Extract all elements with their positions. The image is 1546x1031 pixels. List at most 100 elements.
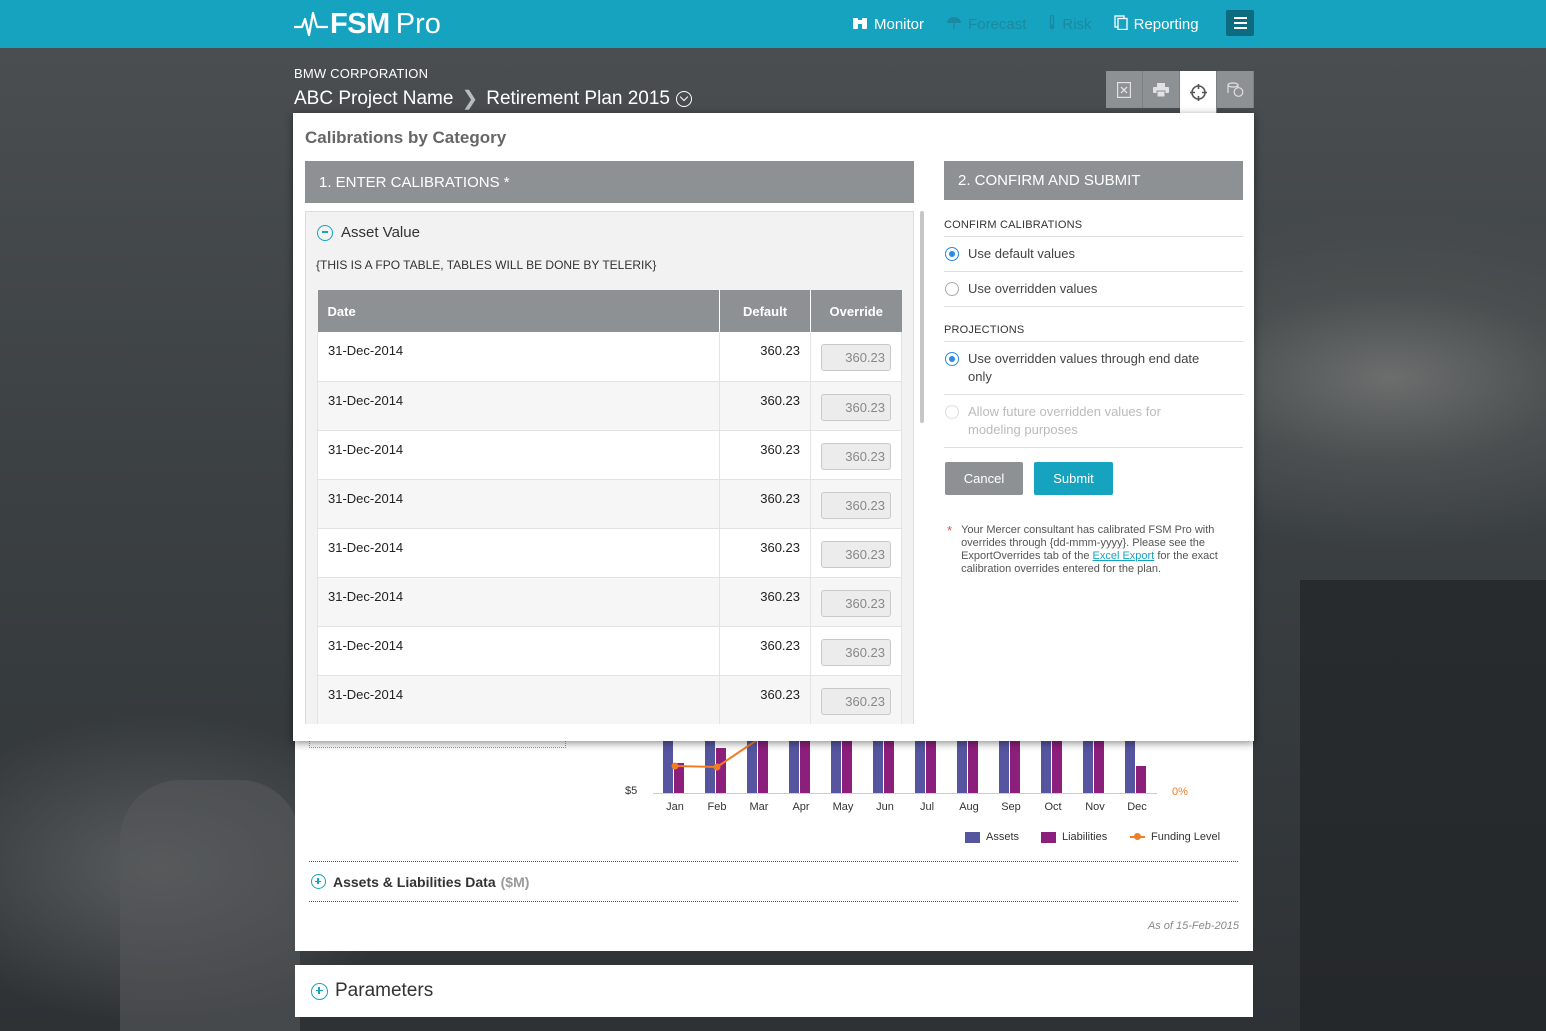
calibrations-modal: Calibrations by Category 1. ENTER CALIBR… bbox=[293, 113, 1254, 741]
breadcrumb: ABC Project Name ❯ Retirement Plan 2015 bbox=[294, 86, 692, 111]
nav-reporting[interactable]: Reporting bbox=[1113, 15, 1199, 33]
excel-export-button[interactable] bbox=[1106, 71, 1143, 108]
nav-forecast-label: Forecast bbox=[968, 15, 1027, 33]
assets-liabilities-data-toggle[interactable]: Assets & Liabilities Data ($M) bbox=[309, 861, 1238, 902]
override-input[interactable] bbox=[821, 589, 891, 617]
thermometer-icon bbox=[1048, 14, 1056, 33]
x-tick-label-may: May bbox=[832, 801, 854, 813]
heartbeat-icon bbox=[294, 11, 328, 37]
table-row: 31-Dec-2014 360.23 bbox=[317, 675, 902, 724]
override-input[interactable] bbox=[821, 491, 891, 519]
documents-icon bbox=[1113, 15, 1128, 33]
hamburger-menu-button[interactable] bbox=[1226, 10, 1254, 36]
app-logo[interactable]: FSM Pro bbox=[294, 6, 441, 42]
hamburger-icon-line bbox=[1233, 17, 1247, 19]
cell-date: 31-Dec-2014 bbox=[317, 430, 720, 480]
cell-date: 31-Dec-2014 bbox=[317, 528, 720, 578]
asset-value-accordion[interactable]: Asset Value bbox=[317, 224, 420, 241]
cell-override bbox=[810, 332, 902, 382]
cell-default: 360.23 bbox=[719, 577, 811, 627]
radio-unselected[interactable] bbox=[945, 282, 959, 296]
main-nav: Monitor Forecast Risk Reporting bbox=[852, 0, 1221, 48]
x-tick-label-aug: Aug bbox=[959, 801, 979, 813]
table-row: 31-Dec-2014 360.23 bbox=[317, 479, 902, 529]
use-overridden-values-option[interactable]: Use overridden values bbox=[944, 272, 1243, 307]
table-row: 31-Dec-2014 360.23 bbox=[317, 381, 902, 431]
print-button[interactable] bbox=[1143, 71, 1180, 108]
override-input[interactable] bbox=[821, 687, 891, 715]
parameters-panel-toggle[interactable]: Parameters bbox=[295, 965, 1253, 1017]
legend-item-assets: Assets bbox=[965, 831, 1019, 843]
legend-swatch-assets bbox=[965, 831, 980, 843]
plus-circle-icon bbox=[311, 982, 328, 1000]
confirm-submit-header: 2. CONFIRM AND SUBMIT bbox=[944, 161, 1243, 200]
cell-override bbox=[810, 675, 902, 724]
legend-item-funding-level: Funding Level bbox=[1130, 831, 1220, 843]
nav-monitor[interactable]: Monitor bbox=[852, 16, 924, 33]
nav-forecast[interactable]: Forecast bbox=[946, 16, 1026, 33]
excel-export-link[interactable]: Excel Export bbox=[1093, 550, 1155, 562]
radio-selected[interactable] bbox=[945, 247, 959, 261]
note-text: Your Mercer consultant has calibrated FS… bbox=[961, 524, 1235, 576]
plus-circle-icon bbox=[311, 874, 326, 889]
top-navigation-bar: FSM Pro Monitor Forecast Risk Reporting bbox=[0, 0, 1546, 48]
calibrations-list: Asset Value {THIS IS A FPO TABLE, TABLES… bbox=[305, 211, 914, 724]
app-brand-suffix: Pro bbox=[395, 7, 441, 40]
breadcrumb-plan[interactable]: Retirement Plan 2015 bbox=[486, 88, 670, 110]
calibrations-table: Date Default Override 31-Dec-2014 360.23… bbox=[317, 290, 902, 724]
calibrate-button[interactable] bbox=[1180, 71, 1217, 114]
cancel-button[interactable]: Cancel bbox=[945, 462, 1023, 495]
x-tick-label-dec: Dec bbox=[1127, 801, 1147, 813]
cell-override bbox=[810, 528, 902, 578]
excel-icon bbox=[1117, 81, 1131, 98]
background-photo-object bbox=[120, 780, 300, 1031]
cell-date: 31-Dec-2014 bbox=[317, 332, 720, 382]
option-label: Allow future overridden values for model… bbox=[968, 404, 1161, 437]
override-input[interactable] bbox=[821, 540, 891, 568]
override-input[interactable] bbox=[821, 393, 891, 421]
x-tick-label-jun: Jun bbox=[876, 801, 894, 813]
override-input[interactable] bbox=[821, 442, 891, 470]
enter-calibrations-header: 1. ENTER CALIBRATIONS * bbox=[305, 161, 914, 203]
submit-button[interactable]: Submit bbox=[1034, 462, 1113, 495]
legend-label-liabilities: Liabilities bbox=[1062, 831, 1108, 843]
cell-override bbox=[810, 626, 902, 676]
chevron-down-icon[interactable] bbox=[676, 90, 692, 107]
cell-override bbox=[810, 430, 902, 480]
hamburger-icon-line bbox=[1233, 27, 1247, 29]
funding-level-point-feb bbox=[713, 763, 721, 771]
nav-risk[interactable]: Risk bbox=[1048, 14, 1092, 33]
projections-label: PROJECTIONS bbox=[944, 324, 1243, 342]
funding-button[interactable] bbox=[1217, 71, 1254, 108]
overridden-through-end-date-option[interactable]: Use overridden values through end date o… bbox=[944, 342, 1243, 395]
radio-disabled bbox=[945, 405, 959, 419]
list-scrollbar[interactable] bbox=[920, 211, 924, 423]
section-units: ($M) bbox=[500, 873, 530, 890]
x-tick-label-oct: Oct bbox=[1044, 801, 1062, 813]
radio-selected[interactable] bbox=[945, 352, 959, 366]
table-row: 31-Dec-2014 360.23 bbox=[317, 626, 902, 676]
column-header-date[interactable]: Date bbox=[317, 290, 720, 332]
allow-future-overrides-option: Allow future overridden values for model… bbox=[944, 395, 1243, 448]
cell-date: 31-Dec-2014 bbox=[317, 381, 720, 431]
legend-item-liabilities: Liabilities bbox=[1041, 831, 1107, 843]
column-header-override[interactable]: Override bbox=[810, 290, 902, 332]
override-input[interactable] bbox=[821, 344, 891, 371]
use-default-values-option[interactable]: Use default values bbox=[944, 237, 1243, 272]
breadcrumb-project[interactable]: ABC Project Name bbox=[294, 88, 453, 110]
cell-override bbox=[810, 577, 902, 627]
accordion-title: Asset Value bbox=[341, 224, 420, 241]
x-tick-label-apr: Apr bbox=[792, 801, 810, 813]
table-row: 31-Dec-2014 360.23 bbox=[317, 332, 902, 382]
cell-default: 360.23 bbox=[719, 675, 811, 724]
chevron-right-icon: ❯ bbox=[461, 88, 479, 110]
column-header-default[interactable]: Default bbox=[719, 290, 811, 332]
option-label: Use overridden values through end date o… bbox=[968, 351, 1200, 384]
cell-default: 360.23 bbox=[719, 430, 811, 480]
umbrella-icon bbox=[946, 16, 962, 33]
x-tick-label-jan: Jan bbox=[666, 801, 684, 813]
x-tick-label-feb: Feb bbox=[707, 801, 727, 813]
hamburger-icon-line bbox=[1233, 22, 1247, 24]
override-input[interactable] bbox=[821, 638, 891, 666]
legend-swatch-funding-level bbox=[1130, 833, 1145, 840]
